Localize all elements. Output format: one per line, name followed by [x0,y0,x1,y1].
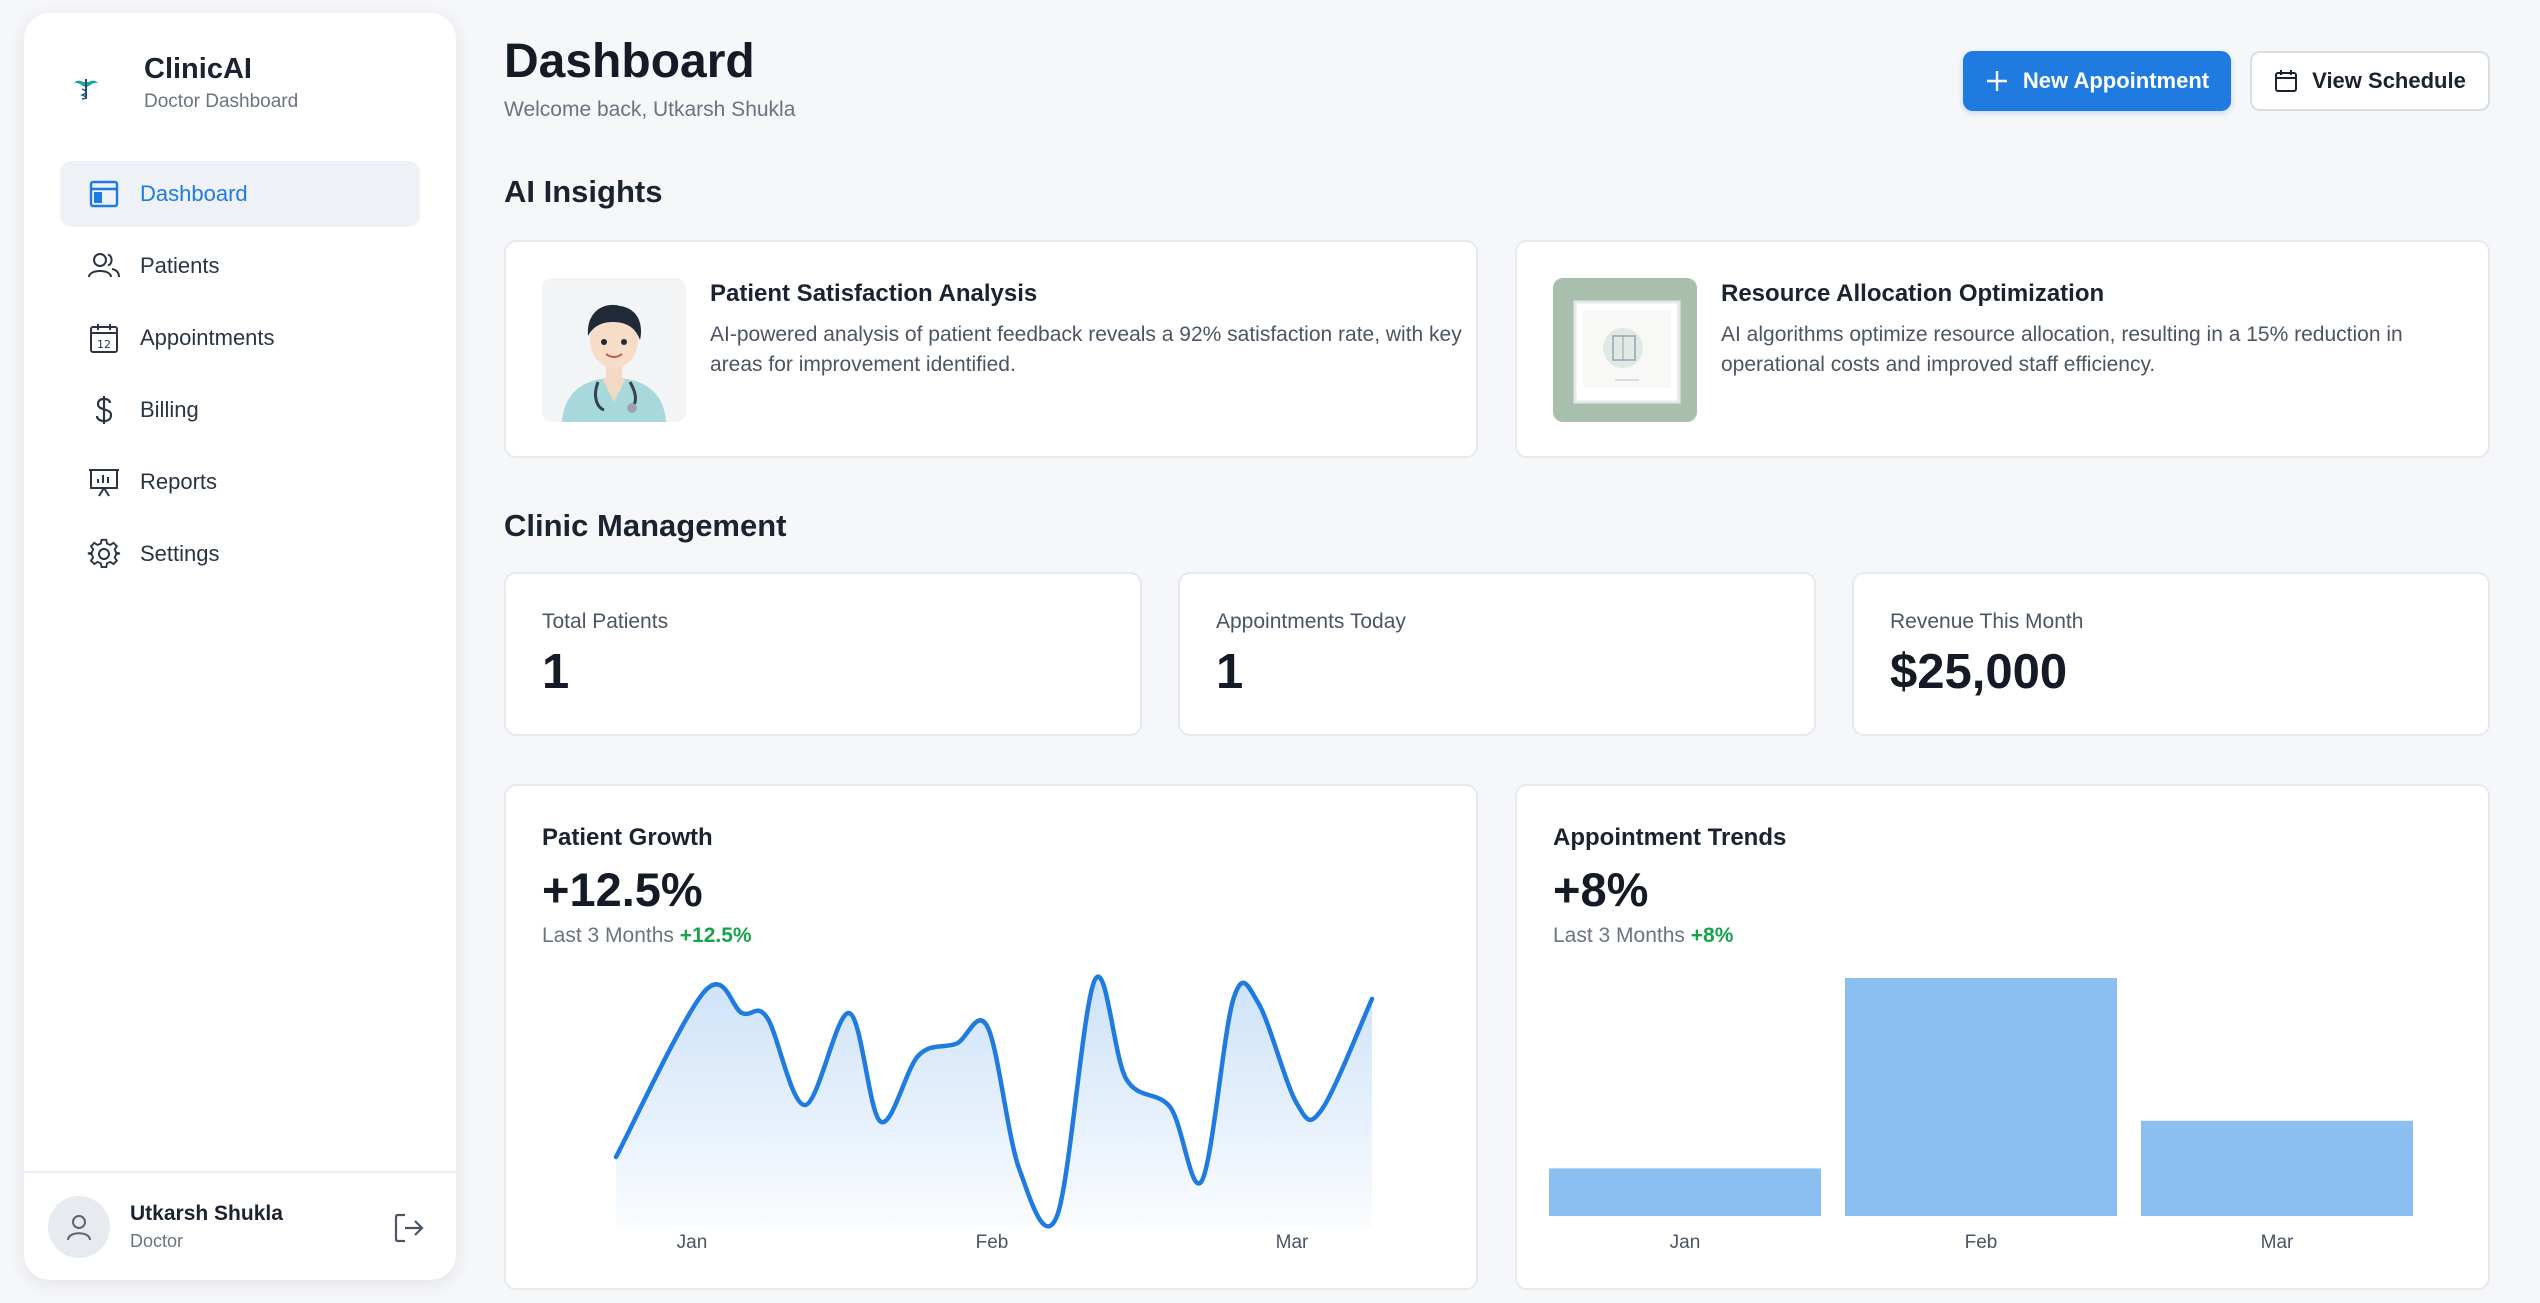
caduceus-logo-icon [74,79,98,100]
sidebar-item-label: Billing [140,397,199,422]
sidebar-item-label: Dashboard [140,181,248,206]
user-icon [67,1214,91,1240]
insight-card-resources[interactable]: Resource Allocation Optimization AI algo… [1515,240,2490,458]
svg-text:12: 12 [97,338,111,351]
stat-label: Total Patients [542,610,669,633]
stat-value: 1 [542,645,570,699]
users-icon [86,248,122,284]
calendar-icon [2274,69,2298,93]
sidebar: ClinicAI Doctor Dashboard Dashboard Pati… [24,13,456,1280]
brand: ClinicAI Doctor Dashboard [64,51,298,113]
insight-title: Patient Satisfaction Analysis [710,280,1038,307]
brand-name: ClinicAI [144,53,252,85]
stat-value: $25,000 [1890,645,2068,699]
dollar-icon [86,392,122,428]
welcome-text: Welcome back, Utkarsh Shukla [504,98,796,121]
stat-label: Revenue This Month [1890,610,2084,633]
x-tick-label: Feb [1965,1232,1998,1253]
x-tick-label: Jan [1670,1232,1701,1253]
gear-icon [86,536,122,572]
x-tick-label: Jan [677,1232,708,1253]
doctor-illustration [542,278,686,422]
insight-body: AI algorithms optimize resource allocati… [1721,323,2403,376]
sidebar-item-patients[interactable]: Patients [60,233,420,299]
sidebar-item-label: Settings [140,541,220,566]
view-schedule-button[interactable]: View Schedule [2250,51,2490,111]
sidebar-item-label: Patients [140,253,220,278]
sidebar-item-dashboard[interactable]: Dashboard [60,161,420,227]
new-appointment-button[interactable]: New Appointment [1963,51,2231,111]
bar [2141,1120,2413,1216]
patient-growth-card: Patient Growth +12.5% Last 3 Months +12.… [504,784,1478,1290]
x-tick-label: Mar [2261,1232,2294,1253]
user-name: Utkarsh Shukla [130,1201,283,1225]
user-profile: Utkarsh Shukla Doctor [24,1171,456,1280]
bar [1549,1168,1821,1216]
dashboard-icon [86,176,122,212]
new-appointment-label: New Appointment [2022,68,2210,93]
stat-label: Appointments Today [1216,610,1406,633]
plus-icon [1985,69,2009,93]
sidebar-item-appointments[interactable]: 12 Appointments [60,305,420,371]
x-tick-label: Feb [976,1232,1009,1253]
sidebar-item-billing[interactable]: Billing [60,377,420,443]
stat-value: 1 [1216,645,1244,699]
view-schedule-label: View Schedule [2312,68,2466,93]
clinic-management-title: Clinic Management [504,508,787,543]
avatar[interactable] [48,1195,110,1258]
appointment-trends-chart: Jan Feb Mar [1549,978,2413,1253]
ai-insights-title: AI Insights [504,174,663,209]
insight-title: Resource Allocation Optimization [1721,280,2105,307]
patient-growth-chart: Jan Feb Mar [613,974,1375,1253]
bar [1845,978,2117,1216]
calendar-icon: 12 [86,320,122,356]
stat-card-revenue: Revenue This Month $25,000 [1852,572,2490,736]
sidebar-item-settings[interactable]: Settings [60,521,420,587]
insight-body: AI-powered analysis of patient feedback … [710,323,1462,376]
framed-art-image [1553,278,1697,422]
user-role: Doctor [130,1230,184,1251]
logout-icon[interactable] [392,1211,426,1245]
presentation-chart-icon [86,464,122,500]
insight-card-satisfaction[interactable]: Patient Satisfaction Analysis AI-powered… [504,240,1478,458]
stat-card-appointments-today: Appointments Today 1 [1178,572,1816,736]
x-tick-label: Mar [1276,1232,1309,1253]
sidebar-nav: Dashboard Patients 12 Appointments Billi… [60,161,420,593]
sidebar-item-label: Appointments [140,325,275,350]
area-fill [616,976,1372,1228]
sidebar-item-reports[interactable]: Reports [60,449,420,515]
stat-card-total-patients: Total Patients 1 [504,572,1142,736]
sidebar-item-label: Reports [140,469,218,494]
appointment-trends-card: Appointment Trends +8% Last 3 Months +8%… [1515,784,2490,1290]
brand-subtitle: Doctor Dashboard [144,91,299,112]
page-title: Dashboard [504,35,755,88]
